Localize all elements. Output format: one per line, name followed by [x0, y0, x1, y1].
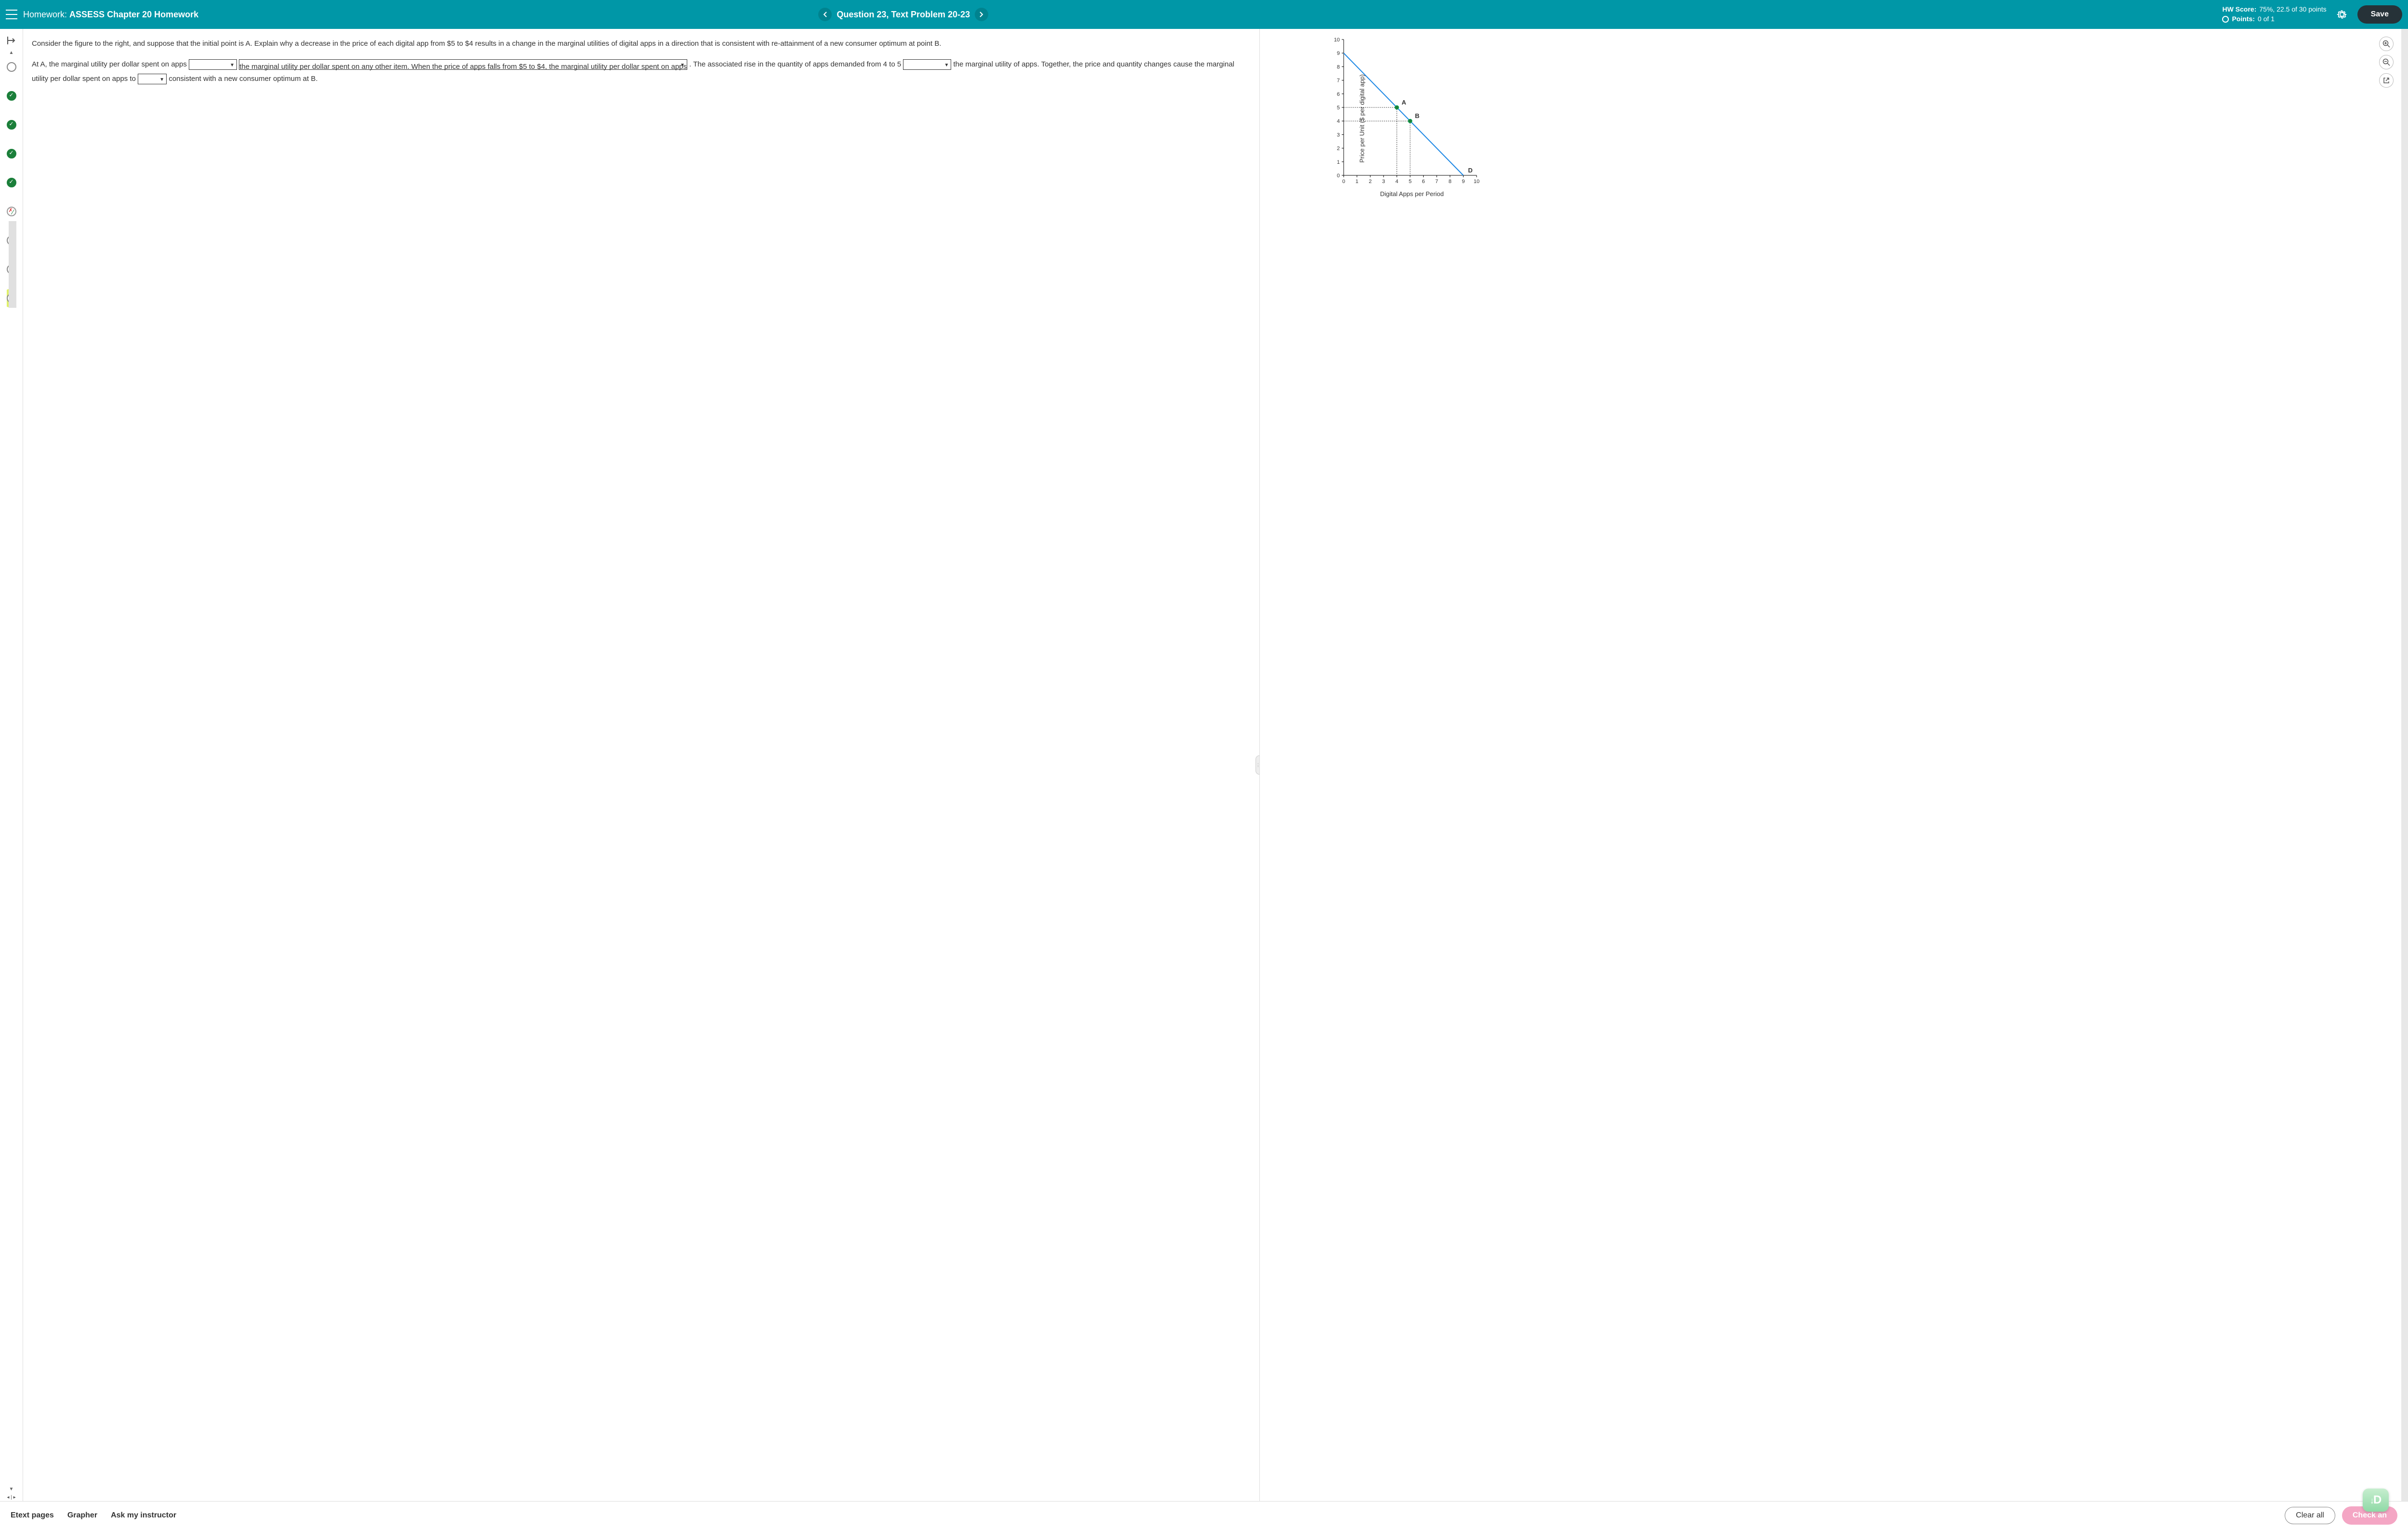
question-label: Question 23, Text Problem 20-23: [837, 10, 970, 20]
answer-block: At A, the marginal utility per dollar sp…: [32, 57, 1245, 86]
prev-question-button[interactable]: [818, 8, 832, 21]
question-nav: Question 23, Text Problem 20-23: [818, 8, 988, 21]
question-item[interactable]: [7, 207, 16, 216]
score-block: HW Score: 75%, 22.5 of 30 points Points:…: [2222, 5, 2326, 24]
etext-link[interactable]: Etext pages: [11, 1511, 54, 1520]
svg-text:4: 4: [1337, 119, 1340, 124]
points-label: Points:: [2232, 14, 2254, 24]
svg-text:A: A: [1401, 99, 1406, 106]
question-sidebar: ▲ ▼ ◂ | ▸: [0, 29, 23, 1501]
svg-text:7: 7: [1337, 78, 1340, 84]
grapher-link[interactable]: Grapher: [67, 1511, 97, 1520]
answer-frag: . The associated rise in the quantity of…: [689, 60, 903, 68]
svg-text:1: 1: [1337, 159, 1340, 165]
svg-text:2: 2: [1337, 146, 1340, 152]
answer-frag: At A, the marginal utility per dollar sp…: [32, 60, 189, 68]
question-item[interactable]: [7, 62, 16, 72]
scroll-down-icon[interactable]: ▼: [9, 1487, 14, 1492]
footer: Etext pages Grapher Ask my instructor Cl…: [0, 1501, 2408, 1529]
svg-text:6: 6: [1422, 179, 1425, 185]
clear-all-button[interactable]: Clear all: [2285, 1507, 2335, 1524]
svg-text:B: B: [1415, 112, 1419, 119]
svg-text:4: 4: [1395, 179, 1398, 185]
svg-text:5: 5: [1409, 179, 1412, 185]
graph-toolbar: [2379, 37, 2394, 88]
svg-text:9: 9: [1462, 179, 1465, 185]
question-item[interactable]: [7, 149, 16, 158]
homework-label: Homework:: [23, 10, 67, 19]
sidebar-mini-nav[interactable]: ◂ | ▸: [6, 1494, 16, 1501]
y-axis-label: Price per Unit ($ per digital app): [1358, 74, 1365, 163]
points-status-icon: [2222, 16, 2229, 23]
homework-name: ASSESS Chapter 20 Homework: [69, 10, 198, 19]
right-scrollbar[interactable]: [2401, 29, 2408, 1501]
question-list: [7, 57, 16, 1485]
svg-text:0: 0: [1337, 173, 1340, 179]
zoom-out-button[interactable]: [2379, 55, 2394, 69]
chevron-right-icon: [980, 12, 983, 17]
content: Consider the figure to the right, and su…: [23, 29, 2401, 1501]
answer-frag: consistent with a new consumer optimum a…: [169, 75, 317, 83]
homework-title: Homework: ASSESS Chapter 20 Homework: [23, 10, 198, 20]
answer-frag[interactable]: the marginal utility per dollar spent on…: [239, 59, 687, 70]
x-axis-label: Digital Apps per Period: [1330, 190, 1494, 198]
svg-text:D: D: [1468, 167, 1472, 174]
svg-text:7: 7: [1435, 179, 1438, 185]
settings-icon[interactable]: [2336, 9, 2348, 20]
chevron-left-icon: [823, 12, 827, 17]
zoom-in-button[interactable]: [2379, 37, 2394, 51]
top-bar: Homework: ASSESS Chapter 20 Homework Que…: [0, 0, 2408, 29]
svg-text:10: 10: [1474, 179, 1479, 185]
header-right: HW Score: 75%, 22.5 of 30 points Points:…: [2222, 5, 2402, 24]
question-prompt: Consider the figure to the right, and su…: [32, 39, 1245, 50]
svg-text:3: 3: [1382, 179, 1385, 185]
expand-sidebar-button[interactable]: [5, 34, 18, 47]
svg-text:5: 5: [1337, 105, 1340, 111]
pane-splitter[interactable]: ⋮⋮: [1256, 755, 1260, 775]
svg-text:6: 6: [1337, 92, 1340, 97]
svg-text:2: 2: [1369, 179, 1372, 185]
next-question-button[interactable]: [975, 8, 988, 21]
chart: Price per Unit ($ per digital app) 0 1 2 3 4…: [1330, 37, 1494, 200]
svg-text:9: 9: [1337, 51, 1340, 56]
figure-pane: Price per Unit ($ per digital app) 0 1 2 3 4…: [1260, 29, 2401, 1501]
question-item[interactable]: [7, 120, 16, 130]
sidebar-scrollbar[interactable]: [9, 221, 16, 308]
svg-text:10: 10: [1334, 37, 1340, 43]
popout-button[interactable]: [2379, 73, 2394, 88]
svg-text:8: 8: [1337, 64, 1340, 70]
question-item[interactable]: [7, 91, 16, 101]
svg-text:0: 0: [1342, 179, 1345, 185]
svg-text:3: 3: [1337, 132, 1340, 138]
points-value: 0 of 1: [2258, 14, 2275, 24]
svg-text:1: 1: [1355, 179, 1358, 185]
menu-icon[interactable]: [6, 10, 17, 19]
popout-icon: [2383, 77, 2390, 84]
dropdown-1[interactable]: [189, 59, 237, 70]
dropdown-4[interactable]: [138, 74, 167, 84]
hw-score-value: 75%, 22.5 of 30 points: [2259, 5, 2326, 14]
scroll-up-icon[interactable]: ▲: [9, 50, 14, 55]
question-item[interactable]: [7, 178, 16, 187]
save-button[interactable]: Save: [2357, 5, 2402, 24]
chart-svg: 012345678910012345678910DAB: [1330, 37, 1479, 186]
hw-score-label: HW Score:: [2222, 5, 2256, 14]
dropdown-3[interactable]: [903, 59, 951, 70]
svg-text:8: 8: [1448, 179, 1451, 185]
zoom-in-icon: [2382, 40, 2390, 48]
question-pane: Consider the figure to the right, and su…: [23, 29, 1260, 1501]
floating-badge[interactable]: D: [2363, 1489, 2389, 1512]
zoom-out-icon: [2382, 58, 2390, 66]
ask-instructor-link[interactable]: Ask my instructor: [111, 1511, 176, 1520]
main-area: ▲ ▼ ◂ | ▸ Consider the figure to the rig…: [0, 29, 2408, 1501]
